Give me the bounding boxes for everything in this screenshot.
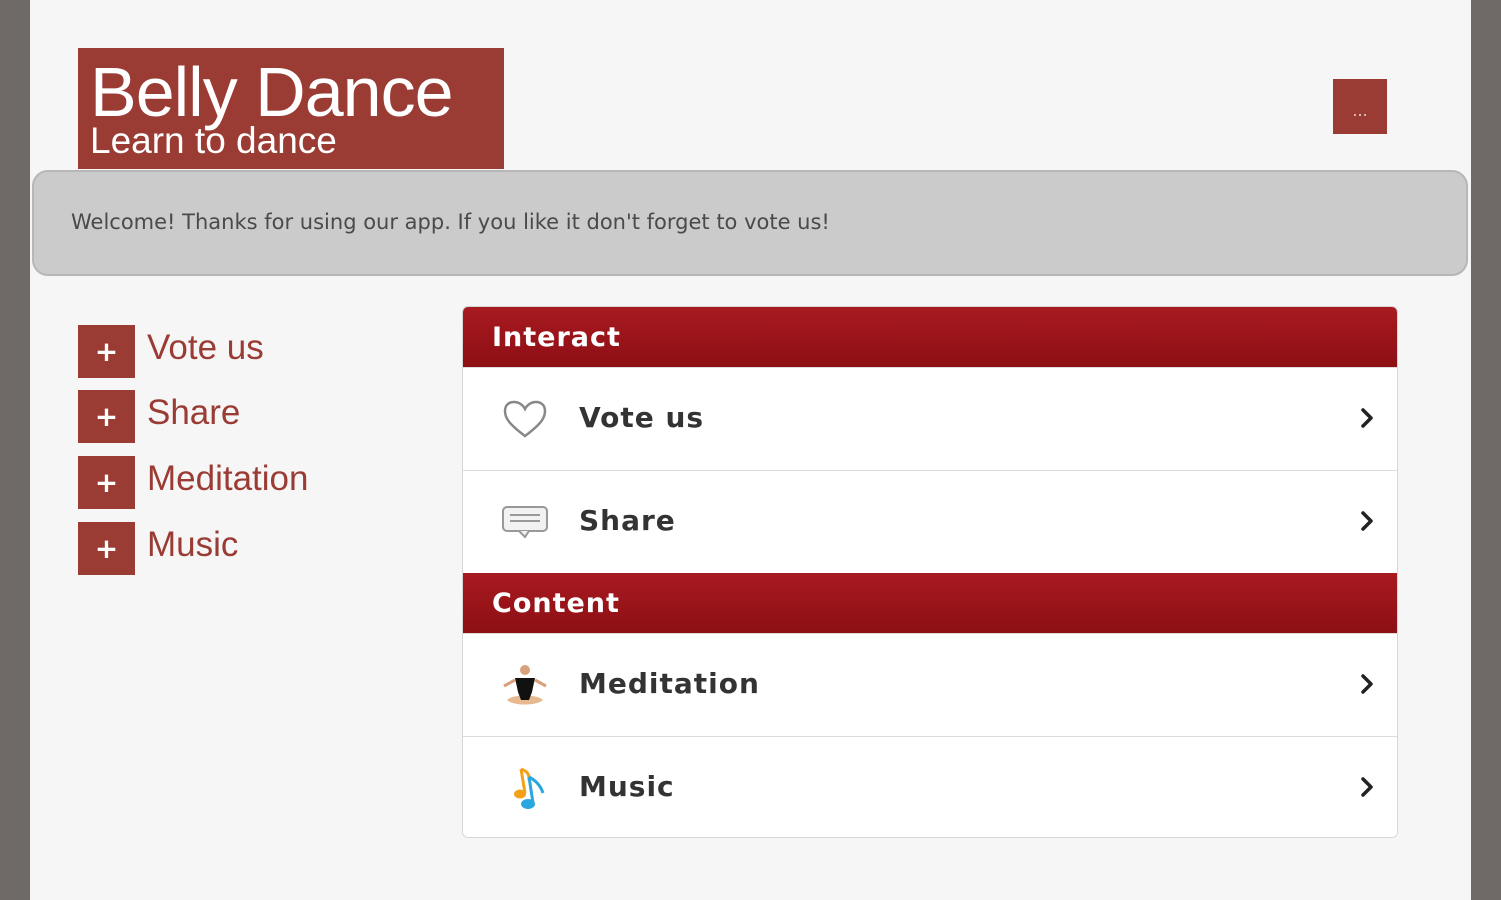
chevron-right-icon bbox=[1361, 511, 1373, 531]
meditation-figure-icon bbox=[503, 665, 547, 705]
side-nav-item-vote-us[interactable]: + Vote us bbox=[78, 325, 378, 379]
app-page: Belly Dance Learn to dance ... Welcome! … bbox=[30, 0, 1471, 900]
app-subtitle: Learn to dance bbox=[90, 120, 337, 161]
menu-panel: Interact Vote us Share Content Meditatio… bbox=[462, 306, 1398, 838]
more-menu-button[interactable]: ... bbox=[1333, 79, 1387, 134]
side-nav-label: Vote us bbox=[147, 328, 264, 367]
app-logo: Belly Dance Learn to dance bbox=[78, 48, 504, 169]
list-item-vote-us[interactable]: Vote us bbox=[463, 367, 1397, 470]
plus-icon: + bbox=[78, 325, 135, 378]
speech-bubble-icon bbox=[502, 506, 548, 539]
side-nav-label: Music bbox=[147, 525, 239, 564]
side-nav-item-music[interactable]: + Music bbox=[78, 522, 378, 576]
music-note-icon bbox=[514, 767, 545, 809]
list-item-label: Share bbox=[579, 504, 676, 537]
chevron-right-icon bbox=[1361, 674, 1373, 694]
plus-icon: + bbox=[78, 390, 135, 443]
section-header-content: Content bbox=[463, 573, 1397, 633]
chevron-right-icon bbox=[1361, 777, 1373, 797]
welcome-banner: Welcome! Thanks for using our app. If yo… bbox=[32, 170, 1468, 276]
plus-icon: + bbox=[78, 522, 135, 575]
list-item-music[interactable]: Music bbox=[463, 736, 1397, 837]
list-item-label: Vote us bbox=[579, 401, 705, 434]
side-nav-item-meditation[interactable]: + Meditation bbox=[78, 456, 378, 510]
side-nav-label: Meditation bbox=[147, 459, 309, 498]
chevron-right-icon bbox=[1361, 408, 1373, 428]
section-header-interact: Interact bbox=[463, 307, 1397, 367]
welcome-text: Welcome! Thanks for using our app. If yo… bbox=[71, 210, 830, 234]
list-item-label: Meditation bbox=[579, 667, 760, 700]
heart-icon bbox=[503, 400, 547, 438]
plus-icon: + bbox=[78, 456, 135, 509]
side-nav-label: Share bbox=[147, 393, 241, 432]
side-nav-item-share[interactable]: + Share bbox=[78, 390, 378, 444]
list-item-share[interactable]: Share bbox=[463, 470, 1397, 573]
list-item-label: Music bbox=[579, 770, 675, 803]
list-item-meditation[interactable]: Meditation bbox=[463, 633, 1397, 736]
